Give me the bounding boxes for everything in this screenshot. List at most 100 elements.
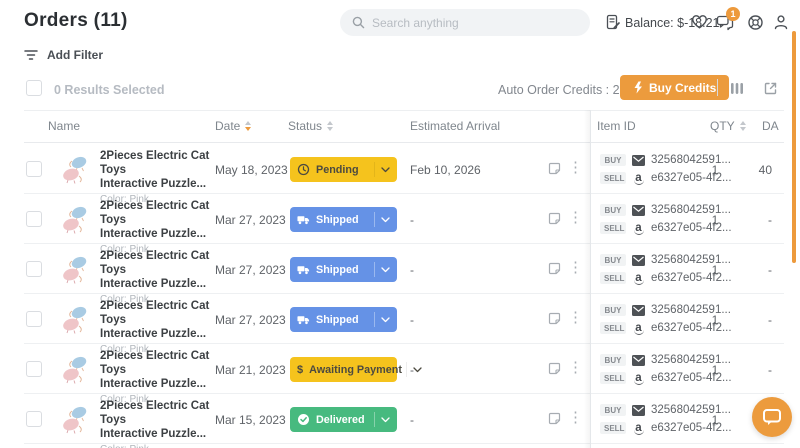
sell-tag: SELL <box>600 172 626 184</box>
col-header-qty[interactable]: QTY <box>710 119 746 133</box>
row-menu-icon[interactable]: ⋮ <box>568 357 582 379</box>
qty-sort-icon[interactable] <box>740 121 746 131</box>
billing-icon[interactable] <box>604 13 622 31</box>
dollar-icon: $ <box>297 363 303 376</box>
select-all-checkbox[interactable] <box>26 80 42 96</box>
chevron-down-icon <box>374 312 390 327</box>
row-checkbox[interactable] <box>26 311 42 327</box>
status-badge[interactable]: $ Shipped <box>290 307 397 332</box>
row-menu-icon[interactable]: ⋮ <box>568 207 582 229</box>
columns-icon[interactable] <box>729 80 745 96</box>
amazon-icon: a <box>632 223 645 233</box>
table-row: 2Pieces Electric Cat Toys Interactive Puz… <box>0 194 800 244</box>
table-header-border <box>24 142 784 143</box>
chevron-down-icon <box>374 212 390 227</box>
col-header-item-id: Item ID <box>597 119 636 133</box>
product-title-line2: Interactive Puzzle... <box>100 378 206 390</box>
clock-icon <box>297 163 310 176</box>
row-checkbox[interactable] <box>26 361 42 377</box>
status-badge[interactable]: $ Pending <box>290 157 397 182</box>
check-icon <box>297 413 310 426</box>
product-thumbnail[interactable] <box>58 352 92 386</box>
buy-credits-label: Buy Credits <box>649 81 716 95</box>
mail-icon <box>632 155 645 166</box>
status-label: Shipped <box>316 214 370 226</box>
sell-tag: SELL <box>600 272 626 284</box>
chat-fab-button[interactable] <box>752 397 792 437</box>
note-icon[interactable] <box>547 211 562 226</box>
product-thumbnail[interactable] <box>58 302 92 336</box>
heart-icon[interactable] <box>690 13 708 31</box>
help-icon[interactable] <box>746 13 764 31</box>
estimated-arrival: - <box>410 213 414 227</box>
search-bar[interactable] <box>340 9 590 36</box>
note-icon[interactable] <box>547 411 562 426</box>
date-sort-icon[interactable] <box>245 121 251 131</box>
qty-value: 1 <box>705 363 725 377</box>
row-checkbox[interactable] <box>26 411 42 427</box>
estimated-arrival: - <box>410 263 414 277</box>
status-badge[interactable]: $ Delivered <box>290 407 397 432</box>
note-icon[interactable] <box>547 311 562 326</box>
col-header-status[interactable]: Status <box>288 119 333 133</box>
vertical-scrollbar[interactable] <box>792 31 796 263</box>
buy-tag: BUY <box>600 304 626 316</box>
filter-icon <box>24 49 38 61</box>
table-row: 2Pieces Electric Cat ToysInteractive Puz… <box>0 144 800 194</box>
note-icon[interactable] <box>547 161 562 176</box>
row-checkbox[interactable] <box>26 261 42 277</box>
status-sort-icon[interactable] <box>327 121 333 131</box>
row-menu-icon[interactable]: ⋮ <box>568 157 582 179</box>
chat-bubble-icon <box>762 408 782 426</box>
toolbar-divider <box>717 79 718 96</box>
amazon-icon: a <box>632 423 645 433</box>
col-header-estimated-arrival: Estimated Arrival <box>410 119 500 133</box>
product-title-line2: Interactive Puzzle... <box>100 228 206 240</box>
note-icon[interactable] <box>547 261 562 276</box>
lightning-icon <box>633 81 643 94</box>
da-value: - <box>744 313 772 327</box>
status-badge[interactable]: $ Shipped <box>290 207 397 232</box>
product-title-line1: 2Pieces Electric Cat Toys <box>100 350 209 376</box>
note-icon[interactable] <box>547 361 562 376</box>
col-header-date[interactable]: Date <box>215 119 251 133</box>
product-thumbnail[interactable] <box>58 202 92 236</box>
buy-credits-button[interactable]: Buy Credits <box>620 75 729 100</box>
order-date: Mar 27, 2023 <box>215 263 286 277</box>
estimated-arrival: - <box>410 313 414 327</box>
mail-icon <box>632 405 645 416</box>
truck-icon <box>297 313 310 326</box>
truck-icon <box>297 263 310 276</box>
row-checkbox[interactable] <box>26 161 42 177</box>
row-menu-icon[interactable]: ⋮ <box>568 307 582 329</box>
table-row: 2Pieces Electric Cat ToysInteractive Puz… <box>0 294 800 344</box>
page-title: Orders (11) <box>24 10 128 32</box>
status-badge[interactable]: $ Shipped <box>290 257 397 282</box>
row-menu-icon[interactable]: ⋮ <box>568 257 582 279</box>
order-date: Mar 27, 2023 <box>215 313 286 327</box>
orders-page: Orders (11) Balance: $-18.21 1 Add Filte… <box>0 0 800 448</box>
row-menu-icon[interactable]: ⋮ <box>568 407 582 429</box>
qty-value: 1 <box>705 213 725 227</box>
product-thumbnail[interactable] <box>58 402 92 436</box>
da-value: - <box>744 213 772 227</box>
qty-value: 1 <box>705 263 725 277</box>
product-title-line1: 2Pieces Electric Cat Toys <box>100 300 209 326</box>
product-title-line1: 2Pieces Electric Cat Toys <box>100 200 209 226</box>
product-title-line1: 2Pieces Electric Cat Toys <box>100 250 209 276</box>
product-title-line1: 2Pieces Electric Cat Toys <box>100 400 209 426</box>
row-checkbox[interactable] <box>26 211 42 227</box>
product-info[interactable]: 2Pieces Electric Cat ToysInteractive Puz… <box>100 399 214 448</box>
add-filter-button[interactable]: Add Filter <box>24 48 103 62</box>
qty-value: 1 <box>705 413 725 427</box>
da-value: 40 <box>744 163 772 177</box>
export-icon[interactable] <box>762 80 778 96</box>
account-icon[interactable] <box>772 13 790 31</box>
product-title-line2: Interactive Puzzle... <box>100 178 206 190</box>
search-input[interactable] <box>372 16 578 30</box>
product-thumbnail[interactable] <box>58 152 92 186</box>
qty-value: 1 <box>705 163 725 177</box>
table-top-border <box>24 110 784 111</box>
status-badge[interactable]: $ Awaiting Payment <box>290 357 397 382</box>
product-thumbnail[interactable] <box>58 252 92 286</box>
